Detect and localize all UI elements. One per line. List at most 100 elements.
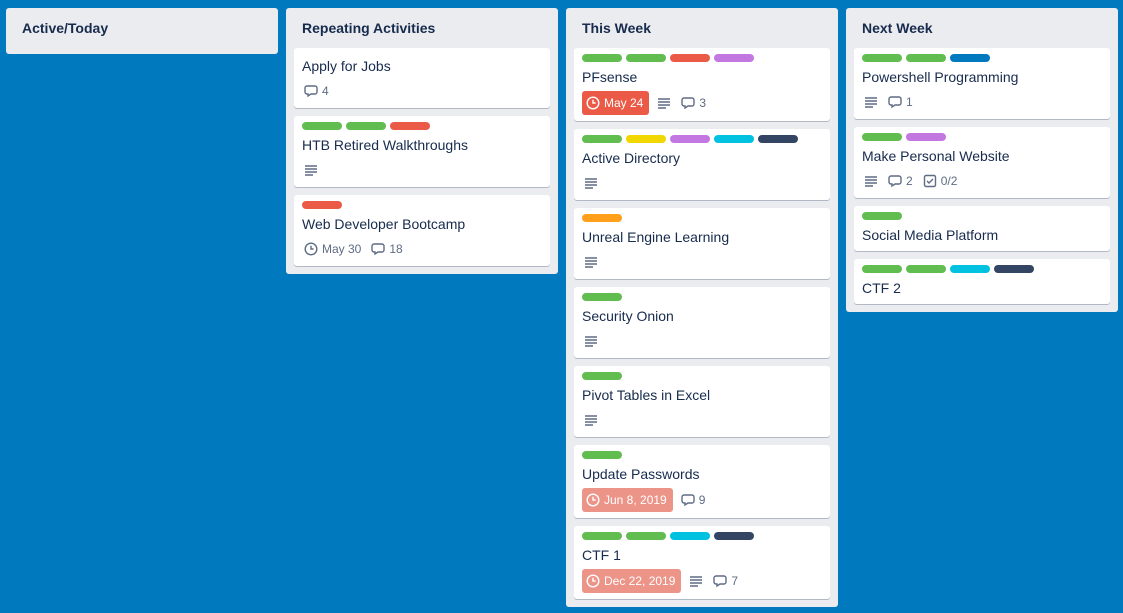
label-purple bbox=[714, 54, 754, 62]
due-date: May 24 bbox=[604, 96, 644, 110]
card-title: Pivot Tables in Excel bbox=[582, 387, 711, 403]
list-this-week[interactable]: This Week PFsense May 24 3 Active Direct… bbox=[566, 8, 838, 607]
label-green bbox=[626, 532, 666, 540]
due-date-badge[interactable]: May 24 bbox=[582, 91, 650, 115]
label-green bbox=[862, 54, 902, 62]
card-web-developer-bootcamp[interactable]: Web Developer Bootcamp May 30 18 bbox=[294, 195, 550, 266]
checkbox-icon bbox=[923, 174, 936, 188]
card-labels bbox=[302, 201, 542, 209]
description-badge bbox=[582, 173, 600, 193]
list-active-today[interactable]: Active/Today bbox=[6, 8, 278, 54]
comments-badge: 9 bbox=[679, 490, 708, 510]
card-apply-for-jobs[interactable]: Apply for Jobs 4 bbox=[294, 48, 550, 108]
checklist-badge: 0/2 bbox=[921, 171, 960, 191]
label-green bbox=[862, 133, 902, 141]
label-green bbox=[906, 54, 946, 62]
card-labels bbox=[582, 54, 822, 62]
label-black bbox=[994, 265, 1034, 273]
comments-badge: 3 bbox=[679, 93, 708, 113]
description-icon bbox=[305, 165, 317, 176]
description-icon bbox=[585, 336, 597, 347]
description-badge bbox=[302, 160, 320, 180]
checklist-count: 0/2 bbox=[940, 174, 958, 188]
list-next-week[interactable]: Next Week Powershell Programming 1 Make … bbox=[846, 8, 1118, 312]
card-title: Web Developer Bootcamp bbox=[302, 216, 466, 232]
description-icon bbox=[658, 98, 671, 109]
due-date-badge[interactable]: Dec 22, 2019 bbox=[582, 569, 682, 593]
comment-icon bbox=[304, 85, 318, 98]
due-date: Jun 8, 2019 bbox=[604, 493, 667, 507]
label-green bbox=[906, 265, 946, 273]
card-labels bbox=[582, 451, 822, 459]
label-green bbox=[582, 372, 622, 380]
card-powershell-programming[interactable]: Powershell Programming 1 bbox=[854, 48, 1110, 119]
card-labels bbox=[862, 54, 1102, 62]
card-title: Social Media Platform bbox=[862, 227, 999, 243]
comments-count: 18 bbox=[389, 242, 403, 256]
clock-icon bbox=[586, 493, 600, 507]
description-icon bbox=[585, 178, 597, 189]
label-purple bbox=[906, 133, 946, 141]
list-title[interactable]: This Week bbox=[574, 8, 830, 48]
label-red bbox=[390, 122, 430, 130]
card-update-passwords[interactable]: Update Passwords Jun 8, 2019 9 bbox=[574, 445, 830, 518]
label-green bbox=[862, 212, 902, 220]
card-labels bbox=[582, 135, 822, 143]
card-title: Unreal Engine Learning bbox=[582, 229, 730, 245]
description-icon bbox=[865, 176, 877, 187]
card-ctf-2[interactable]: CTF 2 bbox=[854, 259, 1110, 304]
comment-icon bbox=[713, 575, 728, 588]
list-title[interactable]: Active/Today bbox=[14, 8, 270, 46]
comments-count: 2 bbox=[906, 174, 913, 188]
due-date: May 30 bbox=[322, 242, 362, 256]
label-yellow bbox=[626, 135, 666, 143]
label-green bbox=[582, 293, 622, 301]
comments-count: 9 bbox=[698, 493, 706, 507]
list-title[interactable]: Next Week bbox=[854, 8, 1110, 48]
description-icon bbox=[865, 97, 877, 108]
card-ctf-1[interactable]: CTF 1 Dec 22, 2019 7 bbox=[574, 526, 830, 599]
list-title[interactable]: Repeating Activities bbox=[294, 8, 550, 48]
comment-icon bbox=[681, 494, 695, 507]
description-badge bbox=[582, 331, 600, 351]
card-htb-retired-walkthroughs[interactable]: HTB Retired Walkthroughs bbox=[294, 116, 550, 187]
comments-count: 4 bbox=[322, 84, 329, 98]
label-green bbox=[346, 122, 386, 130]
description-icon bbox=[585, 415, 597, 426]
label-black bbox=[714, 532, 754, 540]
description-badge bbox=[655, 93, 673, 113]
description-badge bbox=[582, 252, 600, 272]
card-pivot-tables-in-excel[interactable]: Pivot Tables in Excel bbox=[574, 366, 830, 437]
label-sky bbox=[714, 135, 754, 143]
comments-badge: 1 bbox=[886, 92, 915, 112]
label-green bbox=[862, 265, 902, 273]
description-badge bbox=[582, 410, 600, 430]
comment-icon bbox=[888, 175, 902, 188]
card-title: PFsense bbox=[582, 69, 638, 85]
comments-badge: 7 bbox=[711, 571, 740, 591]
card-pfsense[interactable]: PFsense May 24 3 bbox=[574, 48, 830, 121]
card-title: Apply for Jobs bbox=[302, 58, 391, 74]
card-title: Update Passwords bbox=[582, 466, 700, 482]
due-date-badge[interactable]: May 30 bbox=[302, 239, 363, 259]
comments-badge: 2 bbox=[886, 171, 915, 191]
card-title: Security Onion bbox=[582, 308, 674, 324]
label-green bbox=[582, 532, 622, 540]
clock-icon bbox=[586, 574, 600, 588]
comments-badge: 4 bbox=[302, 81, 331, 101]
card-labels bbox=[302, 122, 542, 130]
card-unreal-engine-learning[interactable]: Unreal Engine Learning bbox=[574, 208, 830, 279]
due-date-badge[interactable]: Jun 8, 2019 bbox=[582, 488, 673, 512]
label-purple bbox=[670, 135, 710, 143]
card-security-onion[interactable]: Security Onion bbox=[574, 287, 830, 358]
list-repeating-activities[interactable]: Repeating Activities Apply for Jobs 4 HT… bbox=[286, 8, 558, 274]
card-make-personal-website[interactable]: Make Personal Website 2 0/2 bbox=[854, 127, 1110, 198]
card-active-directory[interactable]: Active Directory bbox=[574, 129, 830, 200]
due-date: Dec 22, 2019 bbox=[604, 574, 676, 588]
comment-icon bbox=[681, 97, 696, 110]
card-title: CTF 1 bbox=[582, 547, 621, 563]
description-badge bbox=[862, 171, 880, 191]
comment-icon bbox=[888, 96, 902, 109]
card-social-media-platform[interactable]: Social Media Platform bbox=[854, 206, 1110, 251]
card-labels bbox=[582, 293, 822, 301]
